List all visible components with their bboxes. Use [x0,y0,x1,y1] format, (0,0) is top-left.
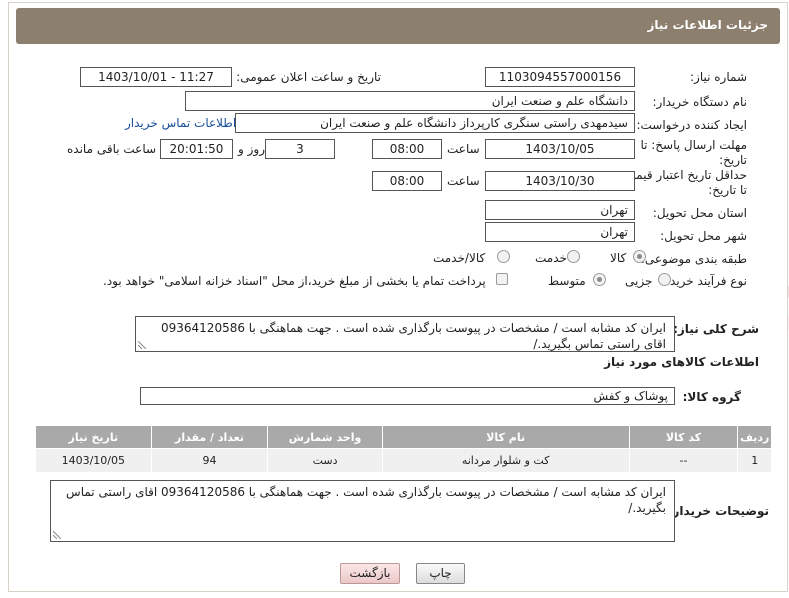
resize-handle-icon[interactable] [138,341,146,349]
col-row-number: ردیف [737,425,772,449]
cell-row-number: 1 [737,448,772,473]
requester-field[interactable]: سیدمهدی راستی سنگری کارپرداز دانشگاه علم… [235,113,635,133]
requester-label: ایجاد کننده درخواست: [636,118,747,132]
cell-quantity: 94 [150,448,269,473]
province-label: استان محل تحویل: [652,206,747,220]
page-header: جزئیات اطلاعات نیاز [16,8,780,44]
city-label: شهر محل تحویل: [660,229,747,243]
price-validity-time[interactable]: 08:00 [372,171,442,191]
buyer-org-label: نام دستگاه خریدار: [652,95,748,109]
reply-deadline-time[interactable]: 08:00 [372,139,442,159]
description-text: ایران کد مشابه است / مشخصات در پیوست بار… [161,321,666,351]
announce-datetime-field[interactable]: 1403/10/01 - 11:27 [80,67,232,87]
page-title: جزئیات اطلاعات نیاز [647,18,768,32]
category-radio-goods[interactable] [633,250,646,263]
description-label: شرح کلی نیاز: [673,322,759,336]
reply-deadline-label: مهلت ارسال پاسخ: تا تاریخ: [640,138,747,167]
description-textarea[interactable]: ایران کد مشابه است / مشخصات در پیوست بار… [135,316,675,352]
back-button[interactable]: بازگشت [340,563,400,584]
goods-table-header: ردیف کد کالا نام کالا واحد شمارش تعداد /… [35,425,772,449]
announce-datetime-label: تاریخ و ساعت اعلان عمومی: [236,70,381,84]
province-field[interactable]: تهران [485,200,635,220]
cell-unit: دست [267,448,383,473]
treasury-payment-note: پرداخت تمام یا بخشی از مبلغ خرید،از محل … [103,274,486,288]
goods-group-field[interactable]: پوشاک و کفش [140,387,675,405]
reply-days-label: روز و [238,142,265,156]
buyer-notes-label: توضیحات خریدار: [667,504,769,518]
col-quantity: تعداد / مقدار [150,425,269,449]
category-label: طبقه بندی موضوعی: [640,252,747,266]
resize-handle-icon[interactable] [53,531,61,539]
category-radio-goods-service[interactable] [497,250,510,263]
purchase-option-minor: جزیی [625,274,653,288]
buyer-org-field[interactable]: دانشگاه علم و صنعت ایران [185,91,635,111]
need-number-field[interactable]: 1103094557000156 [485,67,635,87]
col-need-date: تاریخ نیاز [35,425,152,449]
reply-deadline-date[interactable]: 1403/10/05 [485,139,635,159]
purchase-radio-medium[interactable] [593,273,606,286]
purchase-type-label: نوع فرآیند خرید : [662,274,747,288]
category-option-goods: کالا [610,251,627,265]
goods-group-label: گروه کالا: [682,390,741,404]
treasury-payment-checkbox[interactable] [496,273,508,285]
goods-table: ردیف کد کالا نام کالا واحد شمارش تعداد /… [35,425,772,473]
purchase-radio-minor[interactable] [658,273,671,286]
goods-section-title: اطلاعات کالاهای مورد نیاز [604,355,759,369]
remaining-time-label: ساعت باقی مانده [67,142,157,156]
col-unit: واحد شمارش [267,425,383,449]
purchase-option-medium: متوسط [548,274,586,288]
reply-days-field[interactable]: 3 [265,139,335,159]
city-field[interactable]: تهران [485,222,635,242]
need-number-label: شماره نیاز: [690,70,747,84]
category-radio-service[interactable] [567,250,580,263]
category-option-service: خدمت [535,251,567,265]
col-item-code: کد کالا [628,425,739,449]
cell-need-date: 1403/10/05 [35,448,152,473]
print-button[interactable]: چاپ [416,563,465,584]
price-validity-time-label: ساعت [447,174,480,188]
col-item-name: نام کالا [381,425,630,449]
cell-item-code: -- [628,448,739,473]
remaining-time-field[interactable]: 20:01:50 [160,139,233,159]
buyer-notes-text: ایران کد مشابه است / مشخصات در پیوست بار… [66,485,666,515]
category-option-goods-service: کالا/خدمت [433,251,486,265]
cell-item-name: کت و شلوار مردانه [381,448,630,473]
buyer-notes-textarea[interactable]: ایران کد مشابه است / مشخصات در پیوست بار… [50,480,675,542]
reply-deadline-time-label: ساعت [447,142,480,156]
table-row: 1 -- کت و شلوار مردانه دست 94 1403/10/05 [35,448,772,473]
buyer-contact-link[interactable]: اطلاعات تماس خریدار [125,116,236,130]
price-validity-date[interactable]: 1403/10/30 [485,171,635,191]
